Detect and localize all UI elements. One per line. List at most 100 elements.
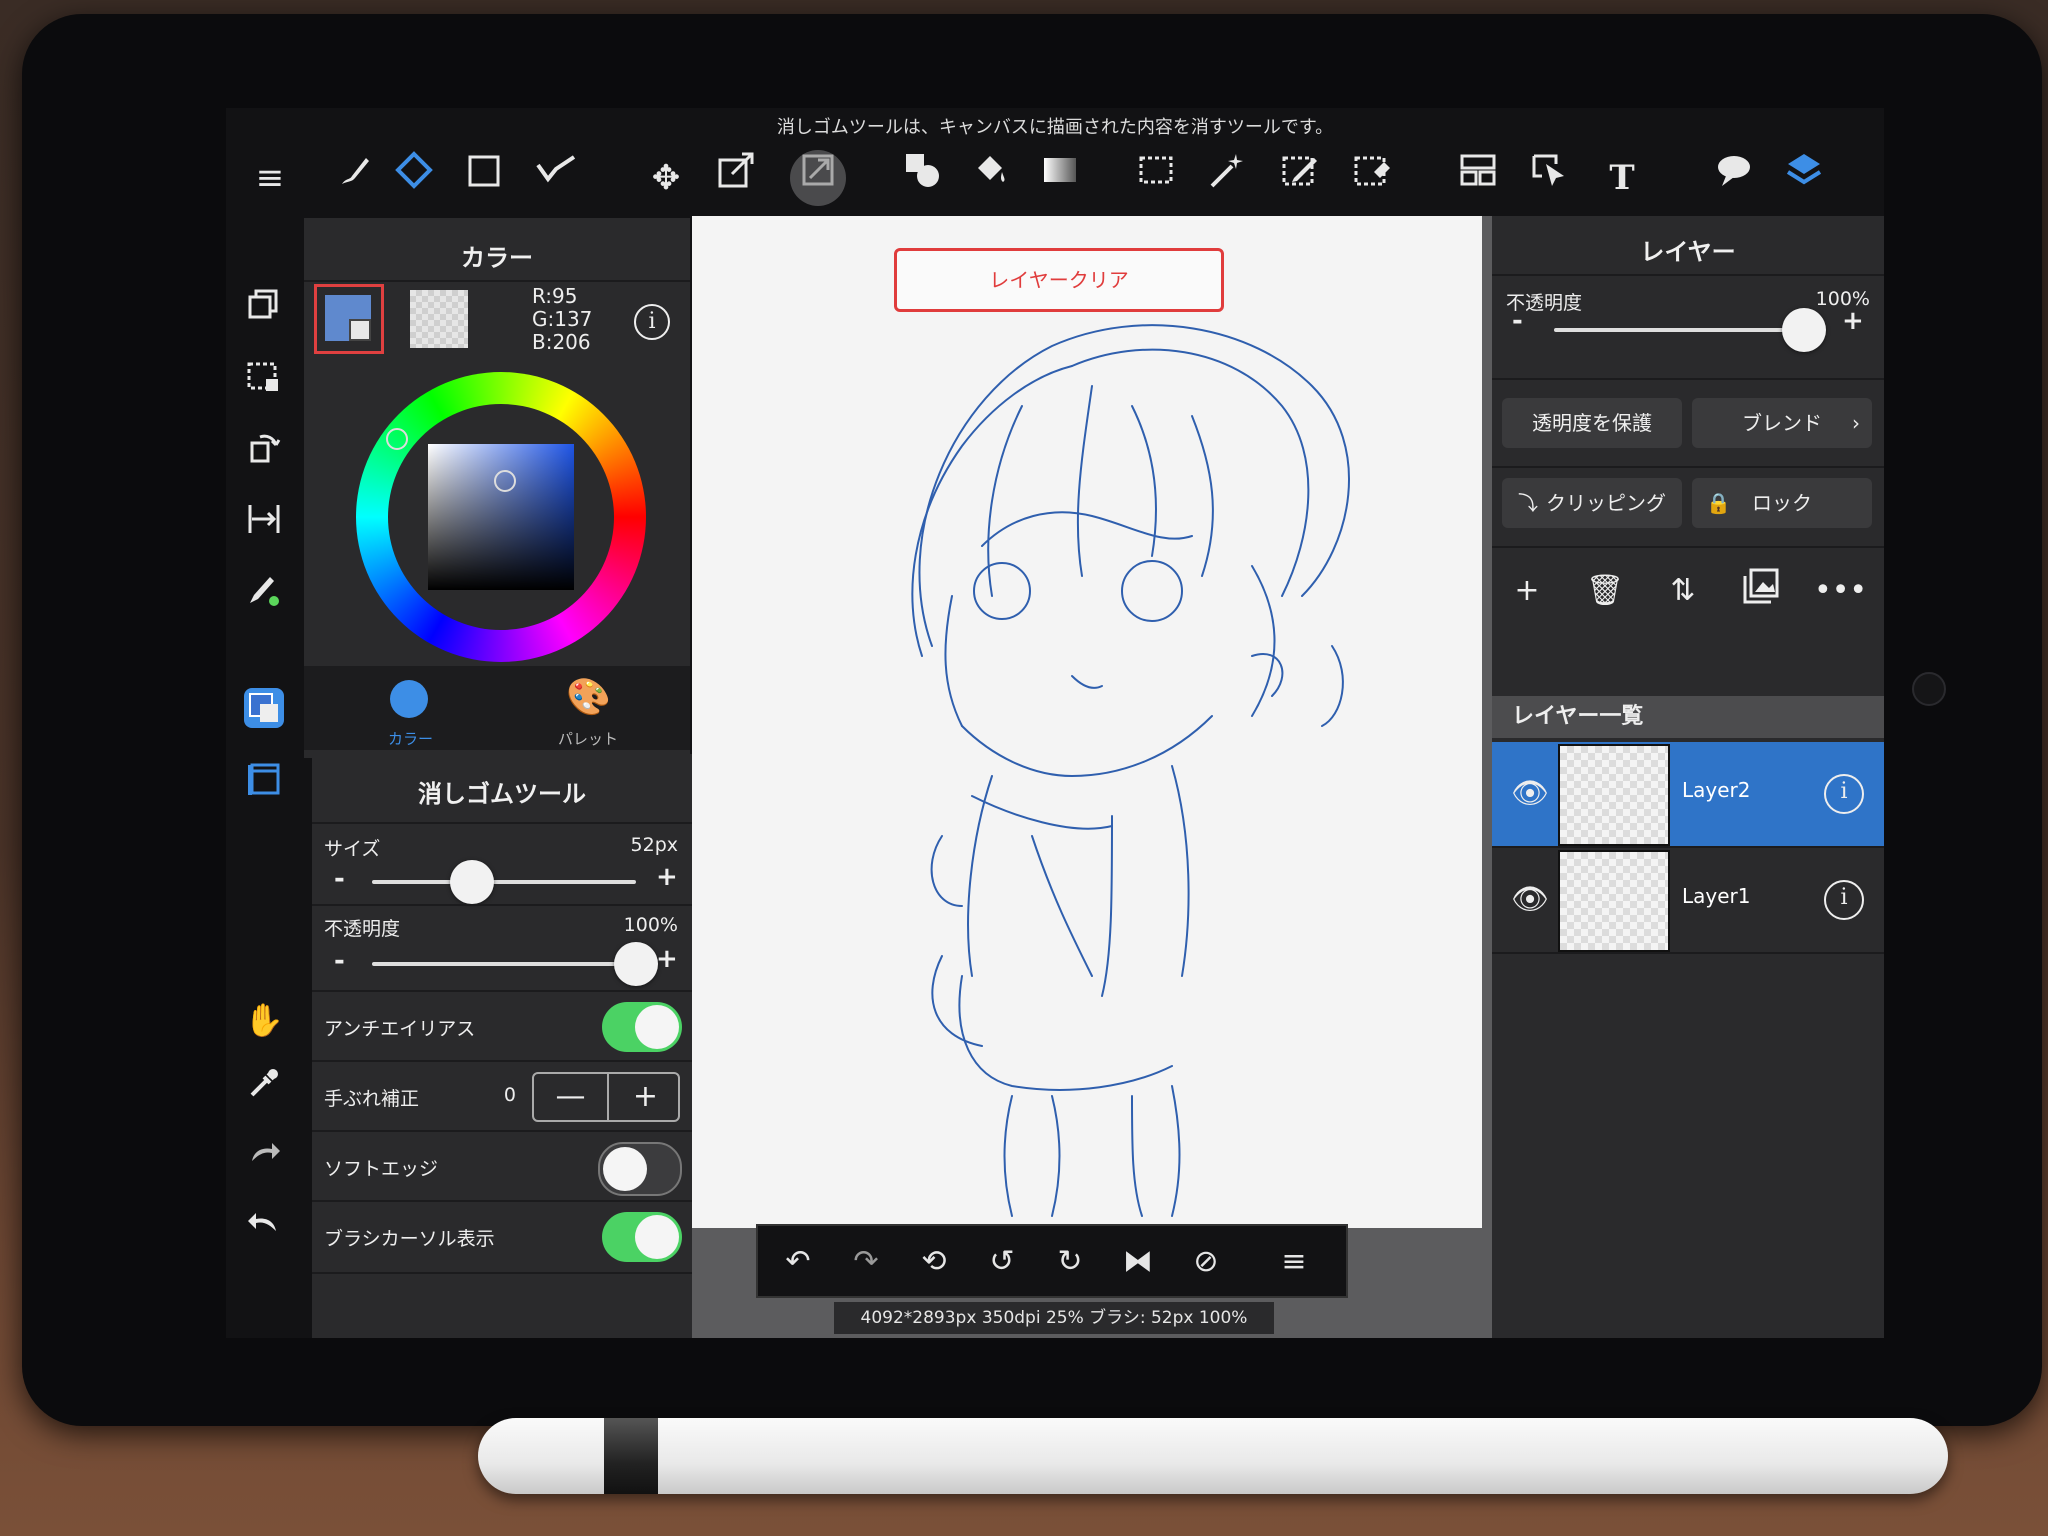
frame-divide-icon[interactable] [1450, 150, 1506, 206]
layer-opacity-slider-knob[interactable] [1782, 308, 1826, 352]
opacity-decrease-button[interactable]: - [334, 946, 345, 976]
divider [1492, 546, 1884, 548]
redo-icon[interactable]: ↷ [840, 1236, 892, 1288]
rectangle-icon[interactable] [456, 150, 512, 206]
bucket-icon[interactable] [962, 150, 1018, 206]
rotate-left-icon[interactable]: ↺ [976, 1236, 1028, 1288]
deselect-icon[interactable] [236, 356, 292, 412]
layer-clear-button[interactable]: レイヤークリア [894, 248, 1224, 312]
transform-icon[interactable] [708, 150, 764, 206]
more-icon[interactable]: ••• [1814, 566, 1867, 616]
menu-icon[interactable]: ≡ [1268, 1236, 1320, 1288]
rotate-lasso-icon[interactable]: ⟲ [908, 1236, 960, 1288]
color-info-icon[interactable]: i [634, 304, 670, 340]
opacity-slider-track[interactable] [372, 942, 658, 986]
layer-opacity-decrease-button[interactable]: - [1512, 306, 1523, 336]
visibility-eye-icon[interactable]: 👁 [1508, 772, 1552, 816]
antialias-toggle[interactable] [602, 1002, 682, 1052]
layer-opacity-slider-track[interactable] [1554, 308, 1826, 352]
layer-opacity-increase-button[interactable]: + [1842, 306, 1864, 336]
stabilizer-increase-button[interactable]: + [609, 1074, 682, 1120]
color-icon[interactable] [236, 686, 292, 742]
rotate-right-icon[interactable]: ↻ [1044, 1236, 1096, 1288]
color-tab-icon[interactable] [390, 680, 428, 718]
stabilizer-decrease-button[interactable]: — [534, 1074, 609, 1120]
toggle-knob [635, 1215, 679, 1259]
layer-row[interactable]: 👁 Layer1 i [1492, 848, 1884, 954]
size-slider-track[interactable] [372, 860, 636, 904]
move-layer-icon[interactable]: ⇅ [1658, 566, 1708, 616]
app-screen: 消しゴムツールは、キャンバスに描画された内容を消すツールです。 ≡ ✥ T ✋ … [226, 108, 1884, 1338]
clipping-arrow-icon: ⤵ [1518, 491, 1538, 515]
gradient-icon[interactable] [1032, 150, 1088, 206]
transparent-color-swatch[interactable] [410, 290, 468, 348]
chevron-right-icon: › [1852, 411, 1860, 435]
panel-icon[interactable] [236, 758, 292, 814]
add-image-layer-icon[interactable] [1736, 566, 1786, 616]
opacity-row: 不透明度 100% - + [312, 904, 692, 992]
layers-icon[interactable] [1776, 150, 1832, 206]
protect-alpha-label: 透明度を保護 [1532, 411, 1652, 435]
blend-button[interactable]: ブレンド › [1692, 398, 1872, 448]
eyedropper-icon[interactable] [236, 1062, 292, 1118]
free-transform-icon[interactable] [790, 150, 846, 206]
undo-icon[interactable] [236, 1202, 292, 1258]
brush-cursor-toggle[interactable] [602, 1212, 682, 1262]
tab-color[interactable]: カラー [388, 728, 433, 749]
size-value: 52px [630, 834, 678, 856]
eraser-icon[interactable] [386, 150, 442, 206]
antialias-row: アンチエイリアス [312, 990, 692, 1062]
delete-layer-icon[interactable]: 🗑 [1580, 566, 1630, 616]
size-decrease-button[interactable]: - [334, 864, 345, 894]
hand-icon[interactable]: ✋ [236, 992, 292, 1048]
lock-button[interactable]: 🔒 ロック [1692, 478, 1872, 528]
operation-icon[interactable] [1522, 150, 1578, 206]
layer-duplicate-icon[interactable] [236, 284, 292, 340]
protect-alpha-button[interactable]: 透明度を保護 [1502, 398, 1682, 448]
rotate-canvas-icon[interactable] [236, 426, 292, 482]
smudge-icon[interactable] [528, 150, 584, 206]
move-icon[interactable]: ✥ [638, 150, 694, 206]
stabilizer-value: 0 [503, 1084, 516, 1106]
bottom-toolbar: ↶ ↷ ⟲ ↺ ↻ ⧓ ⊘ ≡ [756, 1224, 1348, 1298]
opacity-increase-button[interactable]: + [656, 944, 678, 974]
select-eraser-icon[interactable] [1344, 150, 1400, 206]
sketch-drawing [911, 324, 1350, 1217]
speech-bubble-icon[interactable] [1706, 150, 1762, 206]
text-icon[interactable]: T [1594, 150, 1650, 206]
brush-select-icon[interactable] [236, 570, 292, 626]
select-pen-icon[interactable] [1272, 150, 1328, 206]
canvas-area[interactable] [692, 216, 1492, 1338]
soft-edge-toggle[interactable] [598, 1142, 682, 1196]
flip-icon[interactable]: ⧓ [1112, 1236, 1164, 1288]
layer-row[interactable]: 👁 Layer2 i [1492, 742, 1884, 848]
size-slider-knob[interactable] [450, 860, 495, 904]
saturation-value-square[interactable] [428, 444, 574, 590]
soft-edge-row: ソフトエッジ [312, 1130, 692, 1202]
magic-wand-icon[interactable] [1198, 150, 1254, 206]
color-wheel-picker[interactable] [356, 372, 646, 662]
visibility-eye-icon[interactable]: 👁 [1508, 878, 1552, 922]
brush-icon[interactable] [326, 150, 382, 206]
clipping-button[interactable]: ⤵ クリッピング [1502, 478, 1682, 528]
menu-icon[interactable]: ≡ [242, 150, 298, 206]
layer-panel-title: レイヤー [1640, 238, 1736, 266]
undo-icon[interactable]: ↶ [772, 1236, 824, 1288]
layer-info-icon[interactable]: i [1824, 774, 1864, 814]
shape-icon[interactable] [894, 150, 950, 206]
hue-marker[interactable] [386, 428, 408, 450]
select-rect-icon[interactable] [1128, 150, 1184, 206]
sv-marker[interactable] [494, 470, 516, 492]
size-increase-button[interactable]: + [656, 862, 678, 892]
opacity-slider-knob[interactable] [614, 942, 658, 986]
layer-info-icon[interactable]: i [1824, 880, 1864, 920]
add-layer-icon[interactable]: + [1502, 566, 1552, 616]
foreground-color-swatch[interactable] [314, 284, 384, 354]
canvas[interactable] [692, 216, 1482, 1228]
reset-rotation-icon[interactable]: ⊘ [1180, 1236, 1232, 1288]
snap-icon[interactable] [236, 498, 292, 554]
antialias-label: アンチエイリアス [324, 1018, 476, 1040]
palette-icon[interactable]: 🎨 [566, 676, 611, 720]
redo-icon[interactable] [236, 1132, 292, 1188]
tab-palette[interactable]: パレット [558, 728, 618, 749]
